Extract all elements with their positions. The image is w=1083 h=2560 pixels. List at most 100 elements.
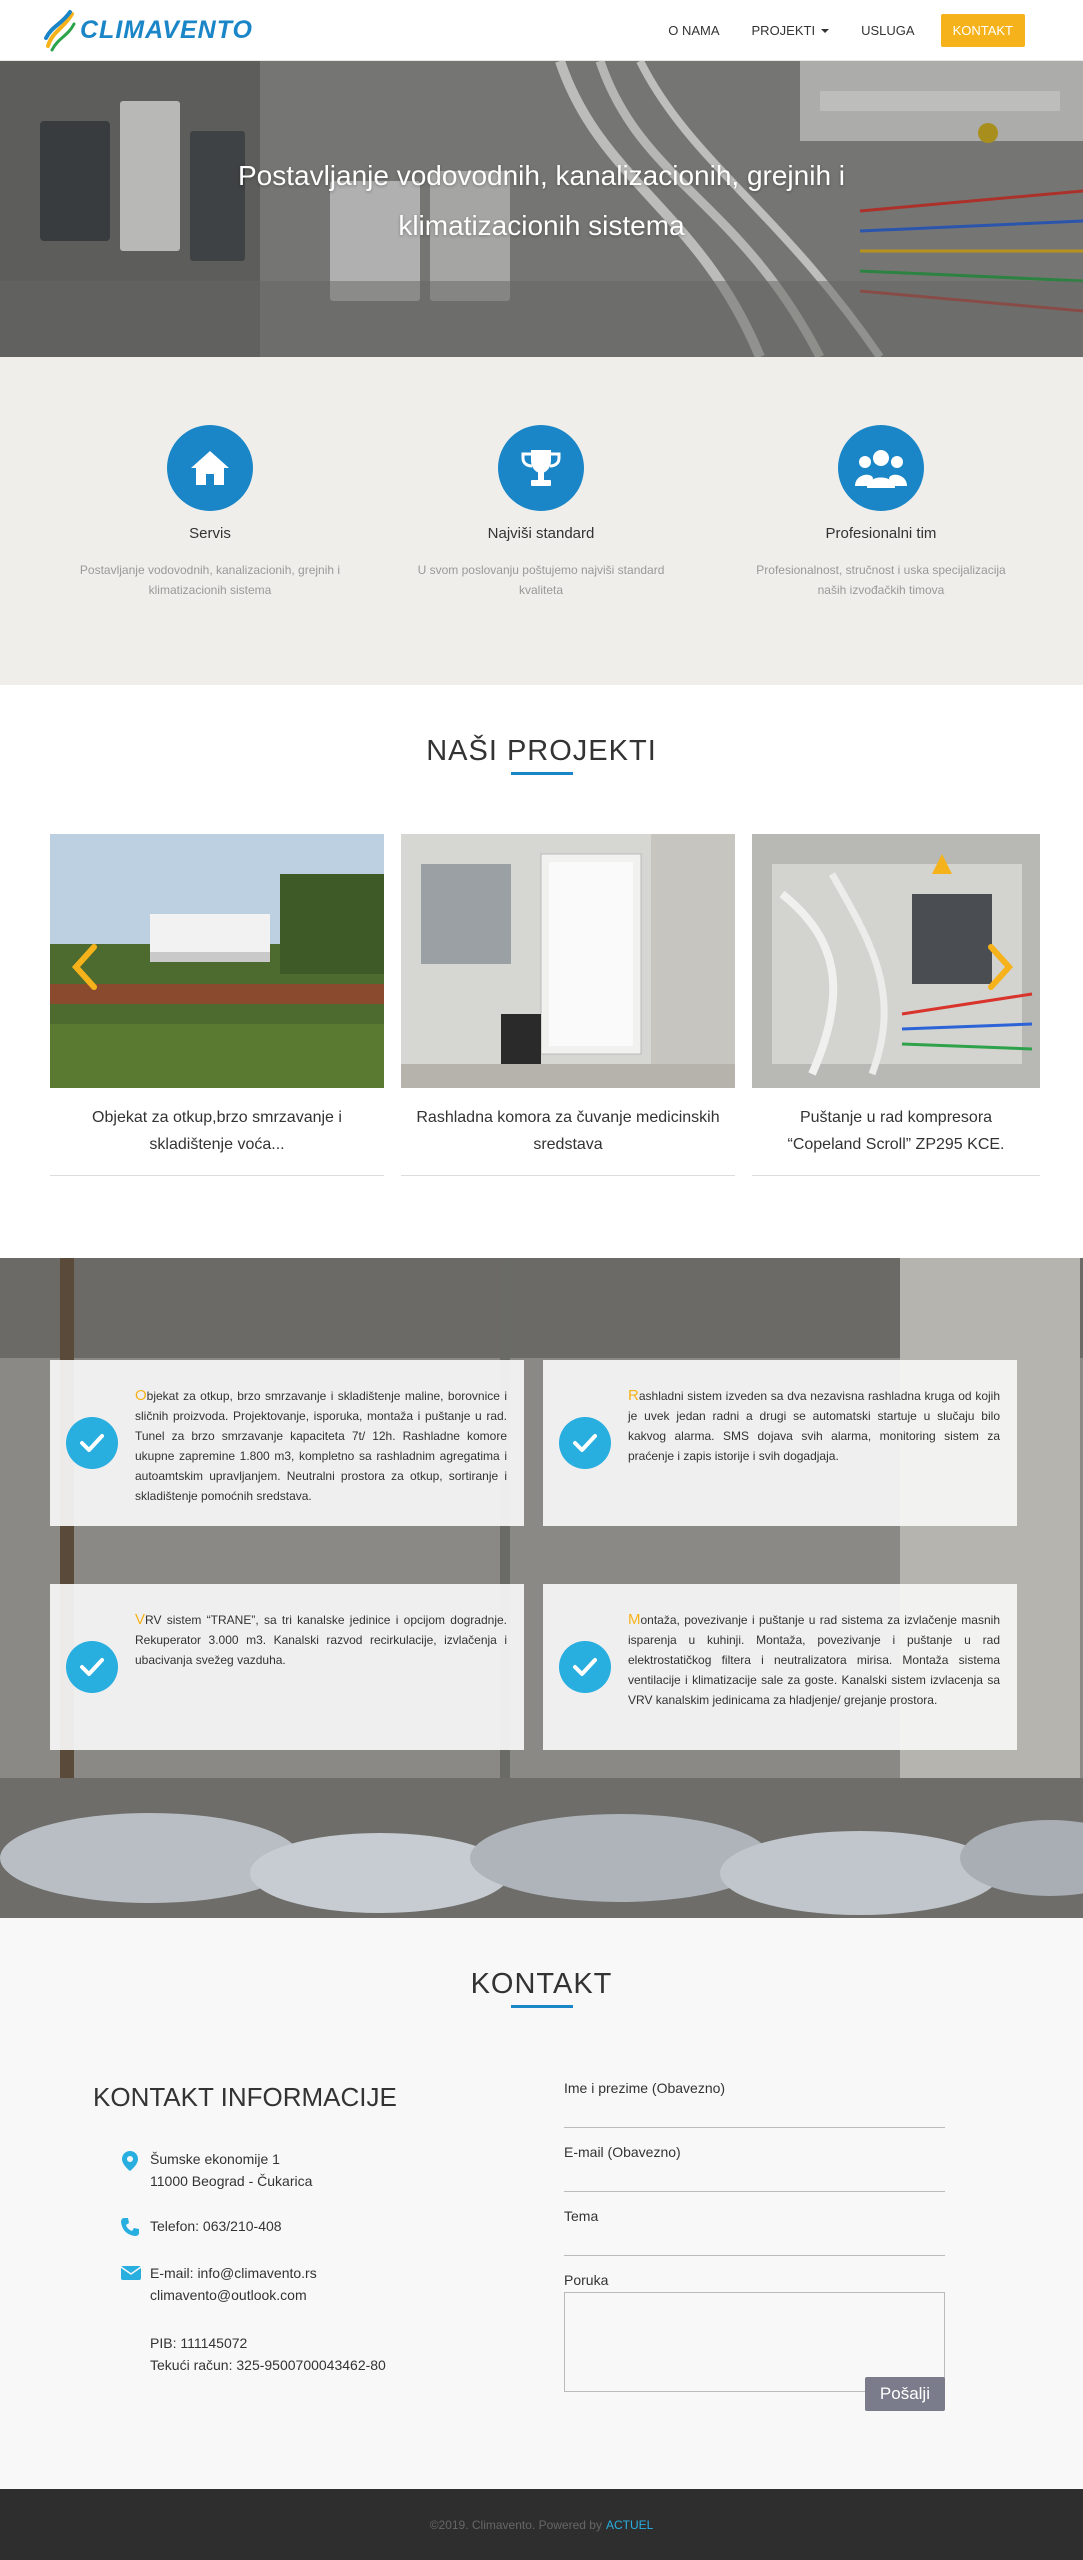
map-pin-icon — [120, 2150, 140, 2171]
nav-item-o-nama[interactable]: O NAMA — [652, 15, 735, 46]
feature-text: Profesionalnost, stručnost i uska specij… — [756, 563, 1006, 597]
pib-text: PIB: 111145072 — [150, 2335, 248, 2351]
reference-body: RV sistem “TRANE”, sa tri kanalske jedin… — [135, 1613, 507, 1667]
reference-card: VRV sistem “TRANE”, sa tri kanalske jedi… — [50, 1584, 524, 1750]
email-label: E-mail (Obavezno) — [564, 2144, 681, 2160]
house-icon — [167, 425, 253, 511]
project-card[interactable]: Rashladna komora za čuvanje medicinskih … — [401, 834, 735, 1176]
divider — [752, 1175, 1040, 1176]
brand-name: CLIMAVENTO — [80, 15, 253, 44]
carousel-prev-arrow-icon[interactable] — [70, 943, 100, 991]
project-image — [401, 834, 735, 1088]
title-underline — [510, 772, 573, 775]
reference-body: ashladni sistem izveden sa dva nezavisna… — [628, 1389, 1000, 1463]
email-line[interactable]: E-mail: info@climavento.rs — [150, 2262, 317, 2284]
divider — [401, 1175, 735, 1176]
nav-menu: O NAMA PROJEKTI USLUGA KONTAKT — [652, 14, 1025, 47]
address-text: Šumske ekonomije 1 11000 Beograd - Čukar… — [150, 2148, 312, 2192]
contact-heading: KONTAKT — [0, 1968, 1083, 2008]
brand-logo[interactable]: CLIMAVENTO — [42, 8, 253, 52]
feature-text: Postavljanje vodovodnih, kanalizacionih,… — [79, 563, 341, 597]
check-icon — [66, 1417, 118, 1469]
email-text: E-mail: info@climavento.rs climavento@ou… — [150, 2262, 317, 2306]
carousel-next-arrow-icon[interactable] — [985, 943, 1015, 991]
contact-section: KONTAKT KONTAKT INFORMACIJE Šumske ekono… — [0, 1918, 1083, 2489]
footer-copyright: ©2019. Climavento. Powered by — [429, 2517, 602, 2532]
caret-down-icon — [821, 28, 830, 33]
feature-profesionalni-tim: Profesionalni tim Profesionalnost, struč… — [741, 425, 1021, 600]
project-caption: Objekat za otkup,brzo smrzavanje i sklad… — [92, 1109, 342, 1153]
phone-icon — [120, 2217, 140, 2237]
projects-section: NAŠI PROJEKTI Objekat za otkup,brzo smrz… — [0, 685, 1083, 1258]
footer-link[interactable]: ACTUEL — [606, 2518, 653, 2532]
project-caption: Puštanje u rad kompresora “Copeland Scro… — [787, 1109, 1005, 1153]
projects-heading: NAŠI PROJEKTI — [0, 735, 1083, 775]
drop-cap: M — [628, 1611, 641, 1628]
reference-text: Objekat za otkup, brzo smrzavanje i skla… — [135, 1386, 507, 1506]
submit-button[interactable]: Pošalji — [864, 2377, 945, 2411]
nav-item-projekti[interactable]: PROJEKTI — [736, 15, 846, 46]
company-info-row: PIB: 111145072 Tekući račun: 325-9500700… — [150, 2332, 386, 2376]
feature-servis: Servis Postavljanje vodovodnih, kanaliza… — [70, 425, 350, 600]
reference-text: Montaža, povezivanje i puštanje u rad si… — [628, 1610, 1000, 1710]
email-field[interactable] — [564, 2160, 945, 2192]
address-line: Šumske ekonomije 1 — [150, 2151, 280, 2167]
feature-title: Servis — [189, 525, 231, 542]
phone-row: Telefon: 063/210-408 — [121, 2215, 282, 2237]
phone-text[interactable]: Telefon: 063/210-408 — [150, 2215, 282, 2237]
reference-card: Objekat za otkup, brzo smrzavanje i skla… — [50, 1360, 524, 1526]
address-row: Šumske ekonomije 1 11000 Beograd - Čukar… — [122, 2148, 312, 2192]
navbar: CLIMAVENTO O NAMA PROJEKTI USLUGA KONTAK… — [0, 0, 1083, 61]
team-icon — [838, 425, 924, 511]
contact-form: Ime i prezime (Obavezno) E-mail (Obavezn… — [564, 2080, 945, 2411]
reference-text: Rashladni sistem izveden sa dva nezavisn… — [628, 1386, 1000, 1466]
check-icon — [559, 1641, 611, 1693]
feature-najvisi-standard: Najviši standard U svom poslovanju poštu… — [401, 425, 681, 600]
name-field[interactable] — [564, 2096, 945, 2128]
email-row: E-mail: info@climavento.rs climavento@ou… — [120, 2262, 317, 2306]
title-part: NAŠI — [426, 735, 507, 767]
logo-mark-icon — [42, 8, 78, 52]
section-title: KONTAKT — [470, 1968, 613, 2000]
account-text: Tekući račun: 325-9500700043462-80 — [150, 2357, 386, 2373]
title-underline — [510, 2005, 573, 2008]
reference-body: bjekat za otkup, brzo smrzavanje i sklad… — [135, 1389, 507, 1503]
nav-item-label: PROJEKTI — [751, 23, 816, 38]
project-image — [50, 834, 384, 1088]
features-section: Servis Postavljanje vodovodnih, kanaliza… — [0, 357, 1083, 685]
drop-cap: V — [135, 1611, 146, 1628]
footer: ©2019. Climavento. Powered by ACTUEL — [0, 2489, 1083, 2560]
company-info-text: PIB: 111145072 Tekući račun: 325-9500700… — [150, 2332, 386, 2376]
project-caption: Rashladna komora za čuvanje medicinskih … — [416, 1109, 720, 1153]
contact-info-title: KONTAKT INFORMACIJE — [93, 2082, 397, 2112]
feature-title: Najviši standard — [487, 525, 595, 542]
nav-item-usluga[interactable]: USLUGA — [845, 15, 930, 46]
feature-text: U svom poslovanju poštujemo najviši stan… — [417, 563, 665, 597]
subject-field[interactable] — [564, 2224, 945, 2256]
feature-title: Profesionalni tim — [825, 525, 937, 542]
name-label: Ime i prezime (Obavezno) — [564, 2080, 726, 2096]
section-title: NAŠI PROJEKTI — [0, 735, 1083, 768]
reference-text: VRV sistem “TRANE”, sa tri kanalske jedi… — [135, 1610, 507, 1670]
project-card[interactable]: Objekat za otkup,brzo smrzavanje i sklad… — [50, 834, 384, 1176]
title-part: PROJEKTI — [506, 735, 657, 767]
hero-banner: Postavljanje vodovodnih, kanalizacionih,… — [0, 61, 1083, 357]
references-section: Objekat za otkup, brzo smrzavanje i skla… — [0, 1258, 1083, 1918]
envelope-icon — [120, 2264, 142, 2284]
trophy-icon — [498, 425, 584, 511]
reference-body: ontaža, povezivanje i puštanje u rad sis… — [628, 1613, 1000, 1707]
reference-card: Montaža, povezivanje i puštanje u rad si… — [543, 1584, 1017, 1750]
drop-cap: R — [628, 1387, 639, 1404]
message-label: Poruka — [564, 2272, 609, 2288]
divider — [50, 1175, 384, 1176]
reference-card: Rashladni sistem izveden sa dva nezavisn… — [543, 1360, 1017, 1526]
check-icon — [66, 1641, 118, 1693]
drop-cap: O — [135, 1387, 147, 1404]
kontakt-button[interactable]: KONTAKT — [940, 14, 1025, 47]
email-line[interactable]: climavento@outlook.com — [150, 2284, 317, 2306]
hero-title: Postavljanje vodovodnih, kanalizacionih,… — [237, 160, 846, 241]
check-icon — [559, 1417, 611, 1469]
project-card[interactable]: Puštanje u rad kompresora “Copeland Scro… — [752, 834, 1040, 1176]
subject-label: Tema — [564, 2208, 599, 2224]
address-line: 11000 Beograd - Čukarica — [150, 2173, 313, 2189]
